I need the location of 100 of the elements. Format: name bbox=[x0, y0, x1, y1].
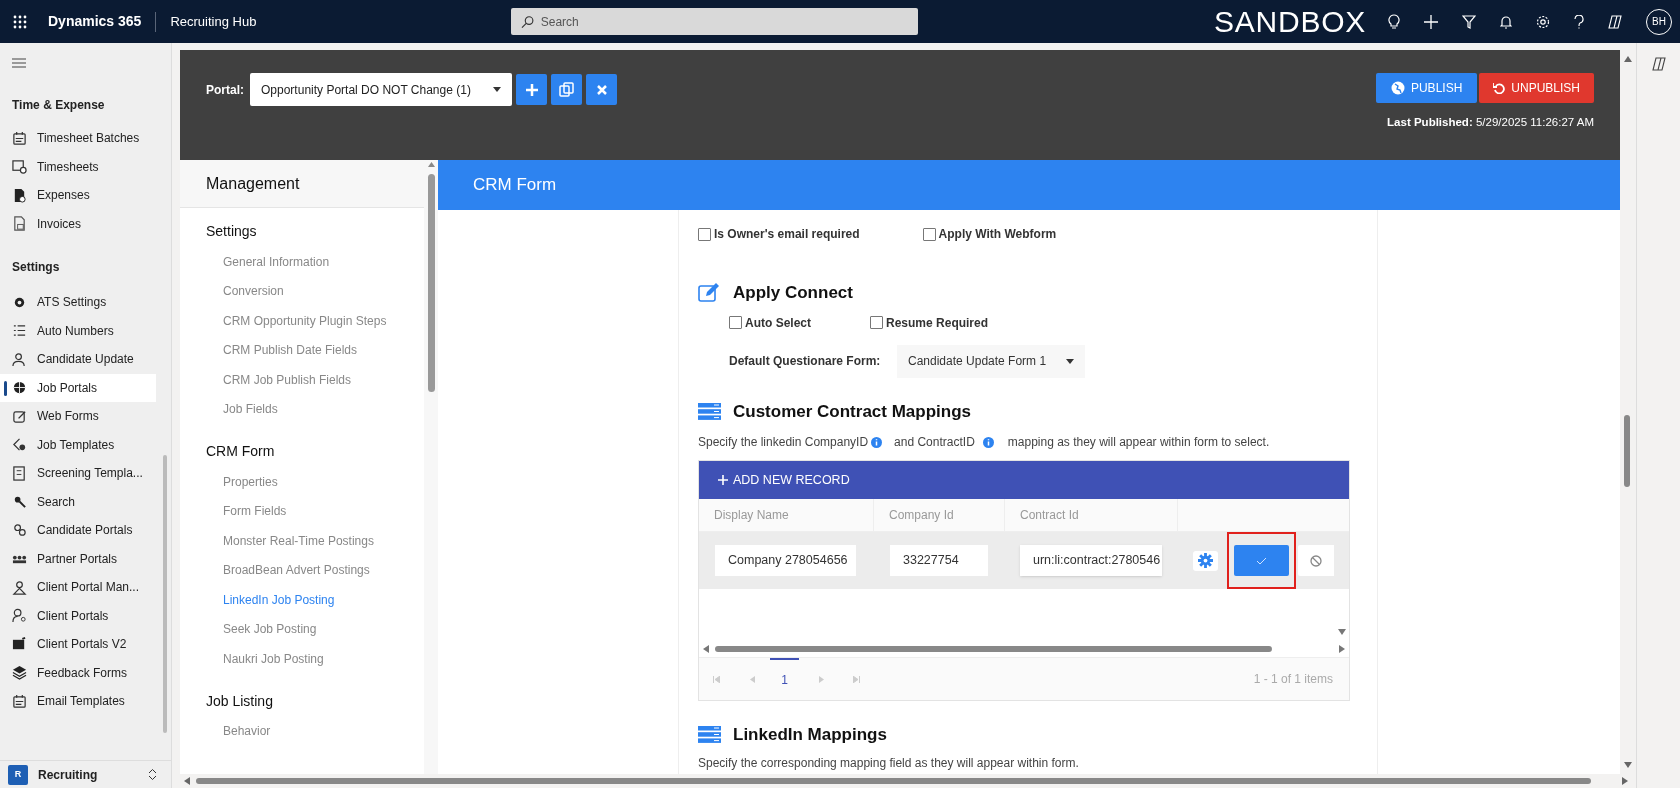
nav-section-title: Settings bbox=[11, 259, 61, 276]
management-item[interactable]: Naukri Job Posting bbox=[180, 644, 424, 674]
checkbox[interactable] bbox=[922, 227, 936, 241]
nav-item-icon bbox=[12, 579, 27, 595]
company-id-field[interactable]: 33227754 bbox=[890, 545, 988, 576]
management-item[interactable]: BroadBean Advert Postings bbox=[180, 555, 424, 585]
management-item[interactable]: Conversion bbox=[180, 276, 424, 306]
management-item[interactable]: Seek Job Posting bbox=[180, 614, 424, 644]
nav-item[interactable]: Partner Portals bbox=[0, 544, 156, 573]
management-item[interactable]: Form Fields bbox=[180, 496, 424, 526]
questionnaire-form-dropdown[interactable]: Candidate Update Form 1 bbox=[897, 344, 1085, 378]
settings-icon[interactable] bbox=[1536, 14, 1550, 29]
nav-item[interactable]: Screening Templa... bbox=[0, 459, 156, 488]
nav-item[interactable]: Job Templates bbox=[0, 430, 156, 459]
nav-item[interactable]: Email Templates bbox=[0, 687, 156, 716]
description-text: mapping as they will appear within form to select. bbox=[1007, 434, 1270, 451]
description-text: Specify the corresponding mapping field as they will appear within form. bbox=[698, 754, 1080, 772]
copilot-icon[interactable] bbox=[1651, 57, 1666, 71]
info-icon[interactable] bbox=[982, 436, 994, 448]
management-item[interactable]: Behavior bbox=[180, 716, 424, 746]
bell-icon[interactable] bbox=[1500, 14, 1512, 29]
section-title: Customer Contract Mappings bbox=[733, 400, 972, 423]
undo-icon bbox=[1493, 82, 1506, 94]
checkbox-label: Apply With Webform bbox=[938, 226, 1057, 243]
copy-portal-button[interactable] bbox=[551, 74, 582, 105]
search-input[interactable]: Search bbox=[540, 12, 909, 31]
nav-item[interactable]: Job Portals bbox=[0, 373, 156, 402]
contract-id-field[interactable]: urn:li:contract:2780546 bbox=[1020, 545, 1162, 576]
management-item[interactable]: CRM Publish Date Fields bbox=[180, 335, 424, 365]
plus-icon[interactable] bbox=[1424, 14, 1438, 29]
globe-icon bbox=[1390, 81, 1405, 95]
nav-item[interactable]: Timesheet Batches bbox=[0, 124, 156, 153]
menu-icon[interactable] bbox=[12, 58, 26, 68]
scroll-left-arrow-icon[interactable] bbox=[184, 777, 190, 785]
nav-item[interactable]: ATS Settings bbox=[0, 288, 156, 317]
area-switcher[interactable]: R Recruiting bbox=[0, 760, 171, 788]
scroll-up-arrow-icon[interactable] bbox=[1624, 56, 1632, 62]
scroll-down-arrow-icon bbox=[1338, 629, 1346, 635]
help-icon[interactable] bbox=[1574, 14, 1584, 29]
filter-icon[interactable] bbox=[1462, 14, 1476, 29]
management-item[interactable]: Job Fields bbox=[180, 394, 424, 424]
management-group-title: Settings bbox=[205, 222, 258, 241]
app-name[interactable]: Dynamics 365 bbox=[48, 11, 142, 32]
search-field[interactable]: Search bbox=[511, 8, 919, 35]
list-icon bbox=[698, 402, 721, 420]
page-number[interactable]: 1 bbox=[770, 657, 799, 701]
checkbox[interactable] bbox=[729, 316, 742, 329]
scroll-right-arrow-icon[interactable] bbox=[1622, 777, 1628, 785]
area-label: Recruiting bbox=[38, 766, 98, 784]
add-portal-button[interactable] bbox=[516, 74, 547, 105]
nav-item-icon bbox=[12, 665, 27, 681]
cancel-button[interactable] bbox=[1298, 545, 1334, 576]
last-published-text: Last Published: 5/29/2025 11:26:27 AM bbox=[1387, 115, 1594, 130]
nav-item[interactable]: Feedback Forms bbox=[0, 658, 156, 687]
management-item[interactable]: Monster Real-Time Postings bbox=[180, 526, 424, 556]
management-item[interactable]: CRM Job Publish Fields bbox=[180, 365, 424, 395]
display-name-field[interactable]: Company 278054656 bbox=[715, 545, 856, 576]
nav-item[interactable]: Auto Numbers bbox=[0, 316, 156, 345]
plus-icon bbox=[718, 475, 728, 485]
nav-item[interactable]: Client Portal Man... bbox=[0, 573, 156, 602]
nav-item[interactable]: Client Portals V2 bbox=[0, 630, 156, 659]
nav-item-icon bbox=[12, 693, 27, 709]
scroll-left-arrow-icon[interactable] bbox=[703, 645, 709, 653]
nav-item[interactable]: Candidate Update bbox=[0, 345, 156, 374]
nav-item-icon bbox=[12, 351, 27, 367]
management-item[interactable]: Properties bbox=[180, 467, 424, 497]
portal-dropdown[interactable]: Opportunity Portal DO NOT Change (1) bbox=[250, 73, 512, 106]
app-launcher-icon[interactable] bbox=[13, 14, 27, 29]
edit-icon bbox=[698, 283, 721, 303]
info-icon[interactable] bbox=[871, 436, 883, 448]
checkbox-label: Is Owner's email required bbox=[714, 226, 860, 243]
nav-item[interactable]: Client Portals bbox=[0, 601, 156, 630]
dropdown-caret-icon bbox=[1066, 358, 1074, 364]
nav-item[interactable]: Expenses bbox=[0, 181, 156, 210]
checkbox[interactable] bbox=[870, 316, 883, 329]
management-item[interactable]: CRM Opportunity Plugin Steps bbox=[180, 306, 424, 336]
description-text: Specify the linkedin CompanyID bbox=[698, 434, 869, 451]
field-label: Default Questionare Form: bbox=[729, 353, 882, 370]
unpublish-button[interactable]: UNPUBLISH bbox=[1479, 73, 1594, 103]
area-name[interactable]: Recruiting Hub bbox=[170, 11, 257, 32]
nav-item-icon bbox=[12, 522, 27, 538]
scroll-right-arrow-icon[interactable] bbox=[1339, 645, 1345, 653]
nav-section-title: Time & Expense bbox=[11, 97, 106, 114]
nav-item[interactable]: Invoices bbox=[0, 209, 156, 238]
management-item[interactable]: LinkedIn Job Posting bbox=[180, 585, 424, 615]
nav-item[interactable]: Timesheets bbox=[0, 152, 156, 181]
scroll-down-arrow-icon[interactable] bbox=[1624, 762, 1632, 768]
section-title: Apply Connect bbox=[733, 282, 853, 304]
management-group-title: Job Listing bbox=[205, 691, 274, 711]
nav-item[interactable]: Search bbox=[0, 487, 156, 516]
add-new-record-button[interactable]: ADD NEW RECORD bbox=[699, 461, 1349, 499]
delete-portal-button[interactable] bbox=[586, 74, 617, 105]
lightbulb-icon[interactable] bbox=[1388, 13, 1400, 30]
settings-button[interactable] bbox=[1193, 550, 1218, 571]
publish-button[interactable]: PUBLISH bbox=[1375, 73, 1478, 103]
nav-item-icon bbox=[12, 159, 27, 175]
nav-item[interactable]: Candidate Portals bbox=[0, 516, 156, 545]
management-item[interactable]: General Information bbox=[180, 247, 424, 277]
nav-item[interactable]: Web Forms bbox=[0, 402, 156, 431]
checkbox[interactable] bbox=[698, 227, 711, 241]
